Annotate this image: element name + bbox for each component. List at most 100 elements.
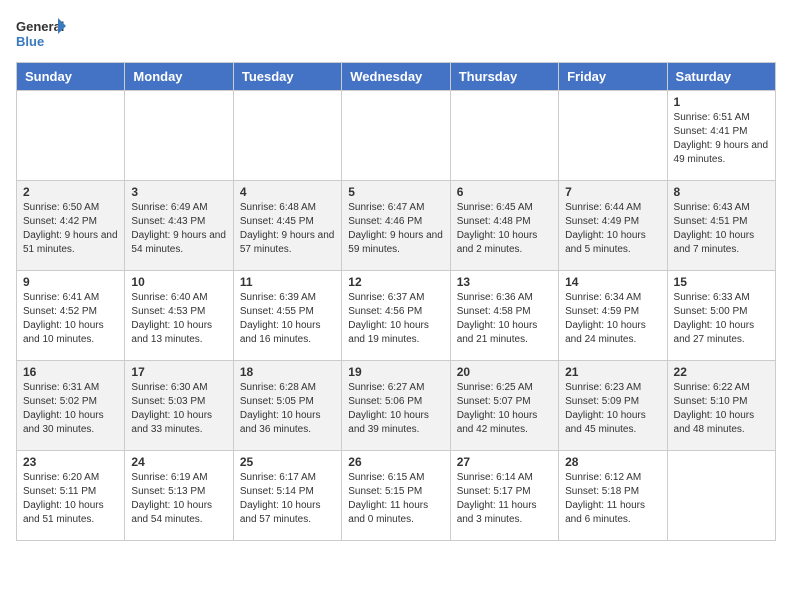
day-number: 15 — [674, 275, 769, 289]
calendar-cell: 5 Sunrise: 6:47 AM Sunset: 4:46 PM Daylig… — [342, 181, 450, 271]
calendar-cell — [559, 91, 667, 181]
calendar-cell: 2 Sunrise: 6:50 AM Sunset: 4:42 PM Daylig… — [17, 181, 125, 271]
calendar-cell: 22 Sunrise: 6:22 AM Sunset: 5:10 PM Dayli… — [667, 361, 775, 451]
day-info: Sunrise: 6:31 AM Sunset: 5:02 PM Dayligh… — [23, 381, 118, 437]
day-info: Sunrise: 6:15 AM Sunset: 5:15 PM Dayligh… — [348, 471, 443, 527]
logo: GeneralBlue — [16, 16, 66, 52]
day-info: Sunrise: 6:17 AM Sunset: 5:14 PM Dayligh… — [240, 471, 335, 527]
calendar-cell: 25 Sunrise: 6:17 AM Sunset: 5:14 PM Dayli… — [233, 451, 341, 541]
page-header: GeneralBlue — [16, 16, 776, 52]
calendar-week-row: 16 Sunrise: 6:31 AM Sunset: 5:02 PM Dayli… — [17, 361, 776, 451]
calendar-cell — [125, 91, 233, 181]
day-number: 10 — [131, 275, 226, 289]
calendar-header-row: SundayMondayTuesdayWednesdayThursdayFrid… — [17, 63, 776, 91]
calendar-cell: 11Sunrise: 6:39 AM Sunset: 4:55 PM Dayli… — [233, 271, 341, 361]
day-info: Sunrise: 6:25 AM Sunset: 5:07 PM Dayligh… — [457, 381, 552, 437]
day-info: Sunrise: 6:45 AM Sunset: 4:48 PM Dayligh… — [457, 201, 552, 257]
day-info: Sunrise: 6:51 AM Sunset: 4:41 PM Dayligh… — [674, 111, 769, 167]
day-number: 7 — [565, 185, 660, 199]
day-info: Sunrise: 6:34 AM Sunset: 4:59 PM Dayligh… — [565, 291, 660, 347]
day-number: 12 — [348, 275, 443, 289]
day-number: 2 — [23, 185, 118, 199]
day-number: 18 — [240, 365, 335, 379]
day-info: Sunrise: 6:23 AM Sunset: 5:09 PM Dayligh… — [565, 381, 660, 437]
day-number: 14 — [565, 275, 660, 289]
calendar-cell: 16 Sunrise: 6:31 AM Sunset: 5:02 PM Dayli… — [17, 361, 125, 451]
day-header-saturday: Saturday — [667, 63, 775, 91]
calendar-cell: 3Sunrise: 6:49 AM Sunset: 4:43 PM Daylig… — [125, 181, 233, 271]
day-number: 27 — [457, 455, 552, 469]
calendar-table: SundayMondayTuesdayWednesdayThursdayFrid… — [16, 62, 776, 541]
day-number: 4 — [240, 185, 335, 199]
day-number: 19 — [348, 365, 443, 379]
calendar-cell: 20 Sunrise: 6:25 AM Sunset: 5:07 PM Dayli… — [450, 361, 558, 451]
day-number: 26 — [348, 455, 443, 469]
calendar-cell: 6Sunrise: 6:45 AM Sunset: 4:48 PM Daylig… — [450, 181, 558, 271]
calendar-cell: 19 Sunrise: 6:27 AM Sunset: 5:06 PM Dayli… — [342, 361, 450, 451]
svg-text:General: General — [16, 19, 64, 34]
day-info: Sunrise: 6:40 AM Sunset: 4:53 PM Dayligh… — [131, 291, 226, 347]
calendar-cell: 1 Sunrise: 6:51 AM Sunset: 4:41 PM Daylig… — [667, 91, 775, 181]
day-info: Sunrise: 6:33 AM Sunset: 5:00 PM Dayligh… — [674, 291, 769, 347]
calendar-week-row: 2 Sunrise: 6:50 AM Sunset: 4:42 PM Daylig… — [17, 181, 776, 271]
calendar-cell: 10 Sunrise: 6:40 AM Sunset: 4:53 PM Dayli… — [125, 271, 233, 361]
day-number: 22 — [674, 365, 769, 379]
day-info: Sunrise: 6:12 AM Sunset: 5:18 PM Dayligh… — [565, 471, 660, 527]
calendar-week-row: 1 Sunrise: 6:51 AM Sunset: 4:41 PM Daylig… — [17, 91, 776, 181]
calendar-cell: 8 Sunrise: 6:43 AM Sunset: 4:51 PM Daylig… — [667, 181, 775, 271]
calendar-cell: 7 Sunrise: 6:44 AM Sunset: 4:49 PM Daylig… — [559, 181, 667, 271]
calendar-cell — [233, 91, 341, 181]
day-info: Sunrise: 6:27 AM Sunset: 5:06 PM Dayligh… — [348, 381, 443, 437]
calendar-cell — [450, 91, 558, 181]
day-number: 3 — [131, 185, 226, 199]
day-number: 13 — [457, 275, 552, 289]
svg-text:Blue: Blue — [16, 34, 44, 49]
day-info: Sunrise: 6:14 AM Sunset: 5:17 PM Dayligh… — [457, 471, 552, 527]
day-header-tuesday: Tuesday — [233, 63, 341, 91]
day-info: Sunrise: 6:20 AM Sunset: 5:11 PM Dayligh… — [23, 471, 118, 527]
day-number: 25 — [240, 455, 335, 469]
calendar-cell — [17, 91, 125, 181]
calendar-cell: 21 Sunrise: 6:23 AM Sunset: 5:09 PM Dayli… — [559, 361, 667, 451]
calendar-cell: 12 Sunrise: 6:37 AM Sunset: 4:56 PM Dayli… — [342, 271, 450, 361]
day-info: Sunrise: 6:43 AM Sunset: 4:51 PM Dayligh… — [674, 201, 769, 257]
day-number: 9 — [23, 275, 118, 289]
day-number: 5 — [348, 185, 443, 199]
calendar-cell: 24 Sunrise: 6:19 AM Sunset: 5:13 PM Dayli… — [125, 451, 233, 541]
day-info: Sunrise: 6:36 AM Sunset: 4:58 PM Dayligh… — [457, 291, 552, 347]
calendar-week-row: 23 Sunrise: 6:20 AM Sunset: 5:11 PM Dayli… — [17, 451, 776, 541]
day-info: Sunrise: 6:22 AM Sunset: 5:10 PM Dayligh… — [674, 381, 769, 437]
day-info: Sunrise: 6:19 AM Sunset: 5:13 PM Dayligh… — [131, 471, 226, 527]
day-number: 8 — [674, 185, 769, 199]
day-info: Sunrise: 6:37 AM Sunset: 4:56 PM Dayligh… — [348, 291, 443, 347]
day-info: Sunrise: 6:44 AM Sunset: 4:49 PM Dayligh… — [565, 201, 660, 257]
calendar-cell: 17Sunrise: 6:30 AM Sunset: 5:03 PM Dayli… — [125, 361, 233, 451]
day-header-wednesday: Wednesday — [342, 63, 450, 91]
day-info: Sunrise: 6:30 AM Sunset: 5:03 PM Dayligh… — [131, 381, 226, 437]
day-number: 24 — [131, 455, 226, 469]
calendar-cell — [667, 451, 775, 541]
day-number: 23 — [23, 455, 118, 469]
calendar-week-row: 9 Sunrise: 6:41 AM Sunset: 4:52 PM Daylig… — [17, 271, 776, 361]
day-number: 28 — [565, 455, 660, 469]
calendar-cell: 9 Sunrise: 6:41 AM Sunset: 4:52 PM Daylig… — [17, 271, 125, 361]
day-number: 1 — [674, 95, 769, 109]
day-number: 16 — [23, 365, 118, 379]
day-header-sunday: Sunday — [17, 63, 125, 91]
logo-svg: GeneralBlue — [16, 16, 66, 52]
day-number: 21 — [565, 365, 660, 379]
calendar-cell: 15 Sunrise: 6:33 AM Sunset: 5:00 PM Dayli… — [667, 271, 775, 361]
calendar-cell — [342, 91, 450, 181]
day-info: Sunrise: 6:41 AM Sunset: 4:52 PM Dayligh… — [23, 291, 118, 347]
calendar-cell: 27 Sunrise: 6:14 AM Sunset: 5:17 PM Dayli… — [450, 451, 558, 541]
day-info: Sunrise: 6:50 AM Sunset: 4:42 PM Dayligh… — [23, 201, 118, 257]
calendar-cell: 18Sunrise: 6:28 AM Sunset: 5:05 PM Dayli… — [233, 361, 341, 451]
calendar-cell: 13 Sunrise: 6:36 AM Sunset: 4:58 PM Dayli… — [450, 271, 558, 361]
day-header-friday: Friday — [559, 63, 667, 91]
calendar-cell: 28 Sunrise: 6:12 AM Sunset: 5:18 PM Dayli… — [559, 451, 667, 541]
calendar-cell: 23 Sunrise: 6:20 AM Sunset: 5:11 PM Dayli… — [17, 451, 125, 541]
day-info: Sunrise: 6:47 AM Sunset: 4:46 PM Dayligh… — [348, 201, 443, 257]
day-info: Sunrise: 6:48 AM Sunset: 4:45 PM Dayligh… — [240, 201, 335, 257]
day-number: 20 — [457, 365, 552, 379]
calendar-cell: 4 Sunrise: 6:48 AM Sunset: 4:45 PM Daylig… — [233, 181, 341, 271]
